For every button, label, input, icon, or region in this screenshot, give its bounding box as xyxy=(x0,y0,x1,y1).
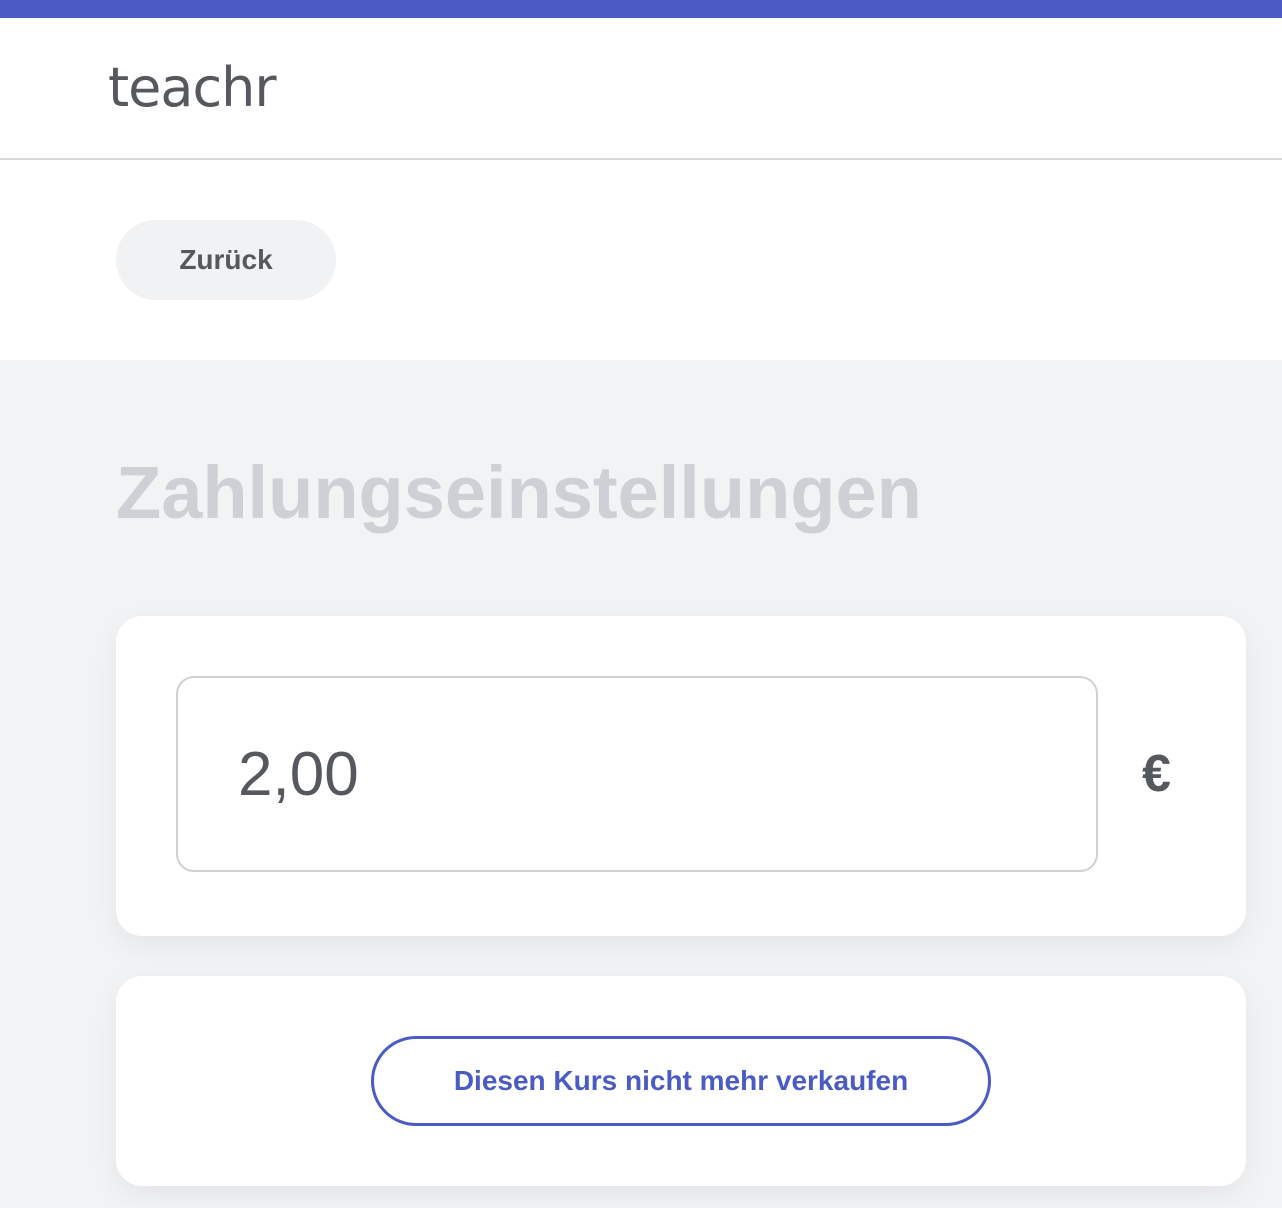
page-title: Zahlungseinstellungen xyxy=(116,451,922,534)
price-field[interactable] xyxy=(176,676,1098,872)
app-header: teachr xyxy=(0,18,1282,160)
top-accent-bar xyxy=(0,0,1282,18)
price-input[interactable] xyxy=(178,678,1096,870)
back-button[interactable]: Zurück xyxy=(116,220,336,300)
navigation-bar: Zurück xyxy=(0,160,1282,360)
price-card: € xyxy=(116,616,1246,936)
stop-selling-button[interactable]: Diesen Kurs nicht mehr verkaufen xyxy=(371,1036,991,1126)
action-card: Diesen Kurs nicht mehr verkaufen xyxy=(116,976,1246,1186)
currency-symbol: € xyxy=(1142,745,1171,803)
teachr-logo[interactable]: teachr xyxy=(108,56,277,120)
